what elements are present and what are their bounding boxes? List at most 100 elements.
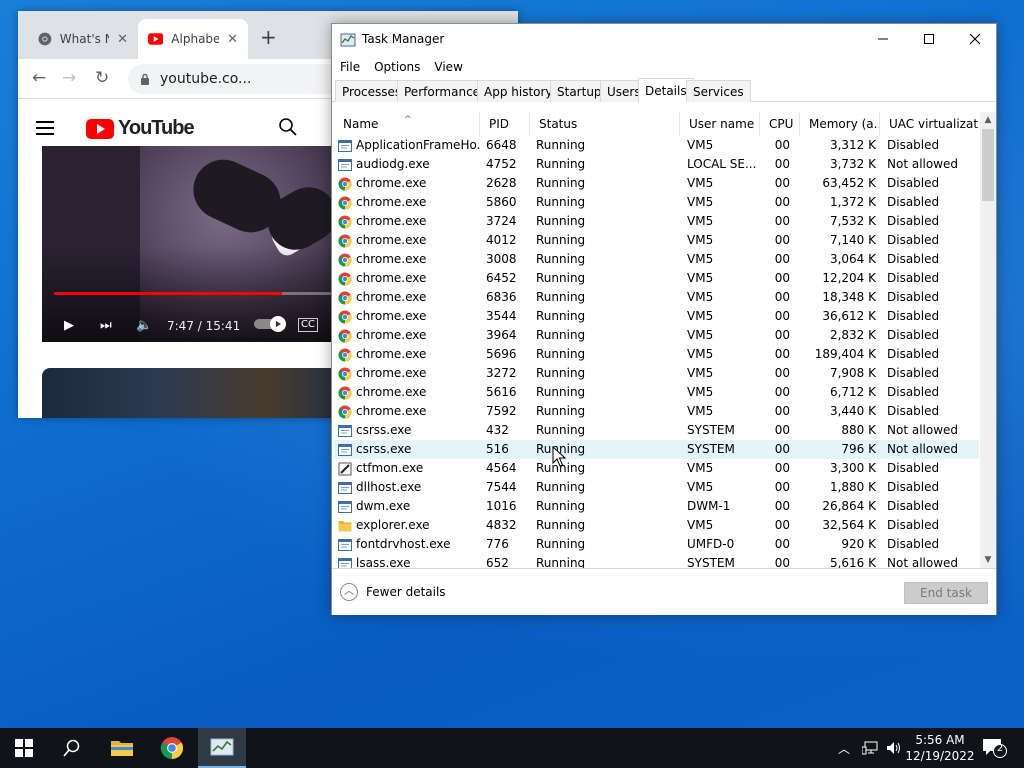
- scroll-up-icon[interactable]: ▲: [980, 112, 996, 128]
- table-row[interactable]: lsass.exe 652 Running SYSTEM 00 5,616 K Not al…: [334, 554, 979, 568]
- process-name: ApplicationFrameHo...: [356, 138, 480, 152]
- table-row[interactable]: chrome.exe 3964 Running VM5 00 2,832 K Disable…: [334, 326, 979, 345]
- table-row[interactable]: chrome.exe 3544 Running VM5 00 36,612 K Disabl…: [334, 307, 979, 326]
- cpu-cell: 00: [774, 309, 790, 323]
- autoplay-toggle-icon[interactable]: [254, 316, 288, 336]
- table-row[interactable]: csrss.exe 516 Running SYSTEM 00 796 K Not allo…: [334, 440, 979, 459]
- chrome-tab-youtube[interactable]: Alphabe ✕: [138, 19, 248, 59]
- table-row[interactable]: audiodg.exe 4752 Running LOCAL SE... 00 3,732…: [334, 155, 979, 174]
- network-icon[interactable]: [862, 741, 878, 755]
- fewer-details-button[interactable]: ︿ Fewer details: [340, 583, 446, 601]
- table-row[interactable]: chrome.exe 2628 Running VM5 00 63,452 K Disabl…: [334, 174, 979, 193]
- video-player[interactable]: ▶ ⏭ 🔈 7:47 / 15:41 CC: [42, 146, 342, 342]
- table-row[interactable]: chrome.exe 5616 Running VM5 00 6,712 K Disable…: [334, 383, 979, 402]
- title-bar[interactable]: Task Manager: [332, 24, 996, 56]
- tab-performance[interactable]: Performance: [397, 80, 488, 102]
- column-pid[interactable]: PID: [480, 112, 530, 136]
- table-row[interactable]: dllhost.exe 7544 Running VM5 00 1,880 K Disabl…: [334, 478, 979, 497]
- end-task-button[interactable]: End task: [904, 582, 988, 604]
- table-row[interactable]: chrome.exe 3724 Running VM5 00 7,532 K Disable…: [334, 212, 979, 231]
- youtube-logo[interactable]: YouTube: [86, 117, 195, 140]
- pid-cell: 6836: [486, 290, 517, 304]
- table-row[interactable]: chrome.exe 3272 Running VM5 00 7,908 K Disable…: [334, 364, 979, 383]
- table-row[interactable]: chrome.exe 6836 Running VM5 00 18,348 K Disabl…: [334, 288, 979, 307]
- start-button[interactable]: [0, 728, 48, 768]
- process-name-cell: chrome.exe: [338, 402, 480, 421]
- reload-icon[interactable]: ↻: [95, 68, 109, 88]
- status-cell: Running: [536, 423, 586, 437]
- cpu-cell: 00: [774, 252, 790, 266]
- captions-icon[interactable]: CC: [298, 318, 318, 332]
- column-user-name[interactable]: User name: [680, 112, 760, 136]
- cpu-cell: 00: [774, 328, 790, 342]
- chevron-up-icon: ︿: [340, 583, 358, 601]
- uac-cell: Disabled: [887, 252, 940, 266]
- chrome-icon: [338, 405, 352, 419]
- user-cell: VM5: [687, 290, 714, 304]
- search-button[interactable]: [48, 728, 96, 768]
- vertical-scrollbar[interactable]: ▲ ▼: [980, 112, 996, 568]
- table-row[interactable]: chrome.exe 7592 Running VM5 00 3,440 K Disable…: [334, 402, 979, 421]
- column-cpu[interactable]: CPU: [760, 112, 800, 136]
- action-center-button[interactable]: 2: [982, 738, 1008, 761]
- folder-icon: [111, 741, 133, 756]
- scroll-down-icon[interactable]: ▼: [980, 552, 996, 568]
- forward-arrow-icon[interactable]: →: [62, 68, 76, 88]
- process-name-cell: chrome.exe: [338, 250, 480, 269]
- search-icon[interactable]: [278, 117, 298, 137]
- tab-app-history[interactable]: App history: [477, 80, 560, 102]
- file-explorer-button[interactable]: [98, 728, 146, 768]
- chrome-icon: [338, 177, 352, 191]
- memory-cell: 1,880 K: [829, 480, 876, 494]
- ctfmon-icon: [338, 462, 352, 476]
- menu-view[interactable]: View: [434, 60, 462, 74]
- application-icon: [338, 139, 352, 153]
- user-cell: VM5: [687, 461, 714, 475]
- video-thumbnail[interactable]: [42, 368, 342, 418]
- scrollbar-thumb[interactable]: [982, 129, 994, 201]
- chrome-tab-whats-new[interactable]: What's N ✕: [28, 19, 138, 59]
- close-button[interactable]: [952, 24, 998, 54]
- volume-icon[interactable]: 🔈: [136, 318, 152, 333]
- uac-cell: Disabled: [887, 347, 940, 361]
- task-manager-taskbar-button[interactable]: [198, 728, 246, 768]
- table-row[interactable]: fontdrvhost.exe 776 Running UMFD-0 00 920 K Di…: [334, 535, 979, 554]
- close-tab-icon[interactable]: ✕: [227, 32, 238, 47]
- table-row[interactable]: dwm.exe 1016 Running DWM-1 00 26,864 K Disable…: [334, 497, 979, 516]
- play-icon[interactable]: ▶: [64, 318, 74, 333]
- table-row[interactable]: chrome.exe 6452 Running VM5 00 12,204 K Disabl…: [334, 269, 979, 288]
- maximize-button[interactable]: [906, 24, 952, 54]
- next-icon[interactable]: ⏭: [100, 318, 112, 333]
- table-row[interactable]: chrome.exe 5860 Running VM5 00 1,372 K Disable…: [334, 193, 979, 212]
- tab-services[interactable]: Services: [686, 80, 751, 102]
- table-row[interactable]: chrome.exe 3008 Running VM5 00 3,064 K Disable…: [334, 250, 979, 269]
- column-uac-virtualization[interactable]: UAC virtualizat...: [880, 112, 979, 136]
- video-progress-bar[interactable]: [54, 292, 332, 295]
- minimize-button[interactable]: [860, 24, 906, 54]
- chrome-icon: [338, 329, 352, 343]
- search-icon: [63, 739, 80, 757]
- table-row[interactable]: chrome.exe 5696 Running VM5 00 189,404 K Disab…: [334, 345, 979, 364]
- process-name-cell: chrome.exe: [338, 383, 480, 402]
- column-memory[interactable]: Memory (a...: [800, 112, 880, 136]
- table-row[interactable]: csrss.exe 432 Running SYSTEM 00 880 K Not allo…: [334, 421, 979, 440]
- table-row[interactable]: explorer.exe 4832 Running VM5 00 32,564 K Disa…: [334, 516, 979, 535]
- clock[interactable]: 5:56 AM 12/19/2022: [900, 732, 980, 764]
- memory-cell: 6,712 K: [829, 385, 876, 399]
- user-cell: SYSTEM: [687, 556, 735, 568]
- table-row[interactable]: chrome.exe 4012 Running VM5 00 7,140 K Disable…: [334, 231, 979, 250]
- column-status[interactable]: Status: [530, 112, 680, 136]
- pid-cell: 3724: [486, 214, 517, 228]
- column-name[interactable]: Name ^: [334, 112, 480, 136]
- new-tab-icon[interactable]: +: [260, 25, 277, 49]
- menu-icon[interactable]: [36, 121, 54, 135]
- table-row[interactable]: ctfmon.exe 4564 Running VM5 00 3,300 K Disable…: [334, 459, 979, 478]
- table-row[interactable]: ApplicationFrameHo... 6648 Running VM5 00 3,3…: [334, 136, 979, 155]
- chrome-taskbar-button[interactable]: [148, 728, 196, 768]
- menu-file[interactable]: File: [340, 60, 360, 74]
- menu-options[interactable]: Options: [374, 60, 420, 74]
- back-arrow-icon[interactable]: ←: [32, 68, 46, 88]
- show-hidden-icons-icon[interactable]: ︿: [838, 740, 850, 757]
- close-tab-icon[interactable]: ✕: [117, 32, 128, 47]
- process-name: chrome.exe: [356, 404, 427, 418]
